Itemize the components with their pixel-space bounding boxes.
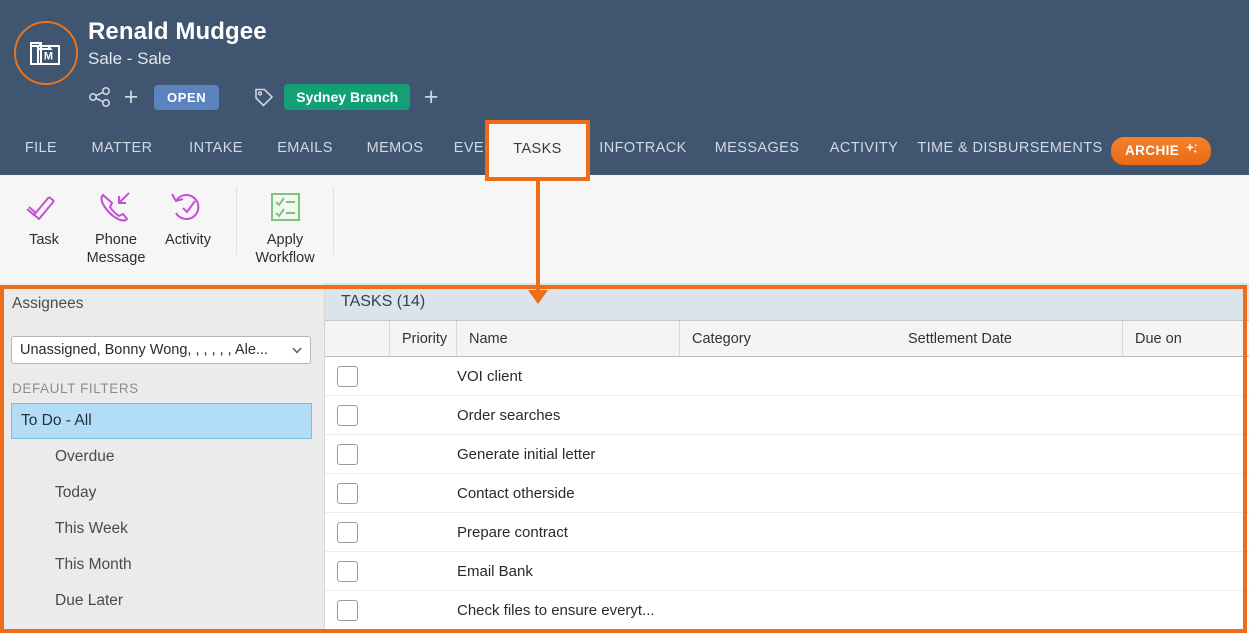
assignees-label: Assignees (12, 295, 84, 312)
ribbon-label-phone-message: Phone Message (86, 232, 146, 266)
archie-button[interactable]: ARCHIE (1111, 137, 1212, 165)
col-header-due-on[interactable]: Due on (1123, 321, 1249, 356)
matter-subtitle: Sale - Sale (88, 49, 172, 68)
row-checkbox-cell[interactable] (325, 365, 390, 387)
table-row[interactable]: Contact otherside (325, 474, 1249, 513)
col-header-select[interactable] (325, 321, 390, 356)
default-filters-label: DEFAULT FILTERS (12, 381, 139, 396)
col-header-settlement-date: Settlement Date (908, 330, 1012, 347)
nav-tab-messages[interactable]: MESSAGES (700, 121, 814, 175)
row-checkbox-cell[interactable] (325, 599, 390, 621)
row-checkbox[interactable] (337, 365, 358, 387)
table-row[interactable]: VOI client (325, 357, 1249, 396)
add-tag-button[interactable]: + (418, 83, 444, 111)
cell-task-name: Generate initial letter (457, 445, 596, 463)
filter-item-to-do-all[interactable]: To Do - All (11, 403, 312, 439)
matter-title: Renald Mudgee (88, 18, 267, 45)
sparkle-icon (1184, 142, 1198, 159)
nav-tab-intake[interactable]: INTAKE (172, 121, 260, 175)
nav-tab-emails[interactable]: EMAILS (260, 121, 350, 175)
table-row[interactable]: Email Bank (325, 552, 1249, 591)
nav-tab-file[interactable]: FILE (10, 121, 72, 175)
apply-workflow-icon (265, 185, 305, 229)
row-checkbox[interactable] (337, 560, 358, 582)
row-checkbox[interactable] (337, 482, 358, 504)
nav-tab-activity[interactable]: ACTIVITY (814, 121, 914, 175)
ribbon-label-task: Task (29, 232, 59, 248)
cell-task-name: Order searches (457, 406, 561, 424)
nav-tab-time-disbursements[interactable]: TIME & DISBURSEMENTS (914, 121, 1106, 175)
tasks-panel: TASKS (14) Priority Name Category Settle… (325, 283, 1249, 633)
col-header-name[interactable]: Name (457, 321, 680, 356)
ribbon-divider-1 (236, 187, 237, 255)
ribbon-button-apply-workflow[interactable]: Apply Workflow (249, 175, 321, 267)
table-row[interactable]: Check files to ensure everyt... (325, 591, 1249, 630)
folder-m-icon: M (30, 42, 60, 65)
assignees-value: Unassigned, Bonny Wong, , , , , , Ale... (20, 342, 268, 358)
tasks-table-header: Priority Name Category Settlement Date D… (325, 321, 1249, 357)
cell-task-name: Check files to ensure everyt... (457, 601, 655, 619)
activity-clock-icon (167, 185, 209, 229)
filter-item-today[interactable]: Today (11, 475, 312, 511)
row-checkbox[interactable] (337, 443, 358, 465)
cell-task-name: VOI client (457, 367, 523, 385)
assignees-select[interactable]: Unassigned, Bonny Wong, , , , , , Ale... (11, 336, 311, 364)
cell-task-name: Contact otherside (457, 484, 575, 502)
table-row[interactable]: Generate initial letter (325, 435, 1249, 474)
tasks-content-area: Assignees Unassigned, Bonny Wong, , , , … (0, 283, 1249, 633)
row-checkbox-cell[interactable] (325, 443, 390, 465)
ribbon-divider-2 (333, 187, 334, 255)
tag-icon (251, 86, 275, 108)
task-checkmarks-icon (23, 185, 65, 229)
nav-tab-infotrack[interactable]: INFOTRACK (586, 121, 700, 175)
row-checkbox[interactable] (337, 521, 358, 543)
svg-text:M: M (44, 51, 53, 63)
filter-item-overdue[interactable]: Overdue (11, 439, 312, 475)
matter-logo: M (14, 21, 78, 85)
cell-task-name: Prepare contract (457, 523, 568, 541)
branch-badge[interactable]: Sydney Branch (284, 84, 411, 110)
row-checkbox-cell[interactable] (325, 404, 390, 426)
col-header-priority[interactable]: Priority (390, 321, 457, 356)
row-checkbox-cell[interactable] (325, 482, 390, 504)
phone-incoming-icon (95, 185, 137, 229)
col-header-category[interactable]: Category Settlement Date (680, 321, 1123, 356)
tasks-panel-title: TASKS (14) (341, 292, 426, 310)
row-checkbox-cell[interactable] (325, 560, 390, 582)
tasks-title-bar: TASKS (14) (325, 283, 1249, 321)
ribbon-toolbar: Task Phone Message Activity Apply Workfl… (0, 175, 1249, 283)
filter-item-this-month[interactable]: This Month (11, 547, 312, 583)
application-window: M Renald Mudgee Sale - Sale + OPEN Sydne… (0, 0, 1249, 633)
tasks-sidebar: Assignees Unassigned, Bonny Wong, , , , … (0, 283, 325, 633)
nav-tab-matter[interactable]: MATTER (72, 121, 172, 175)
table-row[interactable]: Prepare contract (325, 513, 1249, 552)
row-checkbox-cell[interactable] (325, 521, 390, 543)
col-header-category-label: Category (692, 330, 751, 347)
share-nodes-icon[interactable] (88, 86, 114, 108)
ribbon-label-apply-workflow: Apply Workflow (255, 232, 315, 266)
table-row[interactable]: Order searches (325, 396, 1249, 435)
matter-header: M Renald Mudgee Sale - Sale + OPEN Sydne… (0, 0, 1249, 121)
ribbon-label-activity: Activity (165, 232, 211, 248)
tasks-table-body: VOI client Order searches Generate initial… (325, 357, 1249, 630)
main-nav-tabs: FILE MATTER INTAKE EMAILS MEMOS EVENTS TASKS IN… (0, 121, 1249, 177)
ribbon-button-task[interactable]: Task (8, 175, 80, 250)
filter-item-this-week[interactable]: This Week (11, 511, 312, 547)
chevron-down-icon (290, 343, 304, 357)
filter-list: To Do - All Overdue Today This Week This Mon… (11, 403, 312, 619)
add-assignee-button[interactable]: + (118, 84, 144, 110)
row-checkbox[interactable] (337, 599, 358, 621)
archie-label: ARCHIE (1125, 143, 1180, 158)
filter-item-due-later[interactable]: Due Later (11, 583, 312, 619)
status-badge[interactable]: OPEN (154, 84, 220, 110)
cell-task-name: Email Bank (457, 562, 533, 580)
nav-tab-tasks[interactable]: TASKS (489, 121, 586, 177)
nav-tab-memos[interactable]: MEMOS (350, 121, 440, 175)
ribbon-button-phone-message[interactable]: Phone Message (80, 175, 152, 267)
row-checkbox[interactable] (337, 404, 358, 426)
ribbon-button-activity[interactable]: Activity (152, 175, 224, 250)
matter-meta-row: + OPEN Sydney Branch + (88, 82, 444, 112)
